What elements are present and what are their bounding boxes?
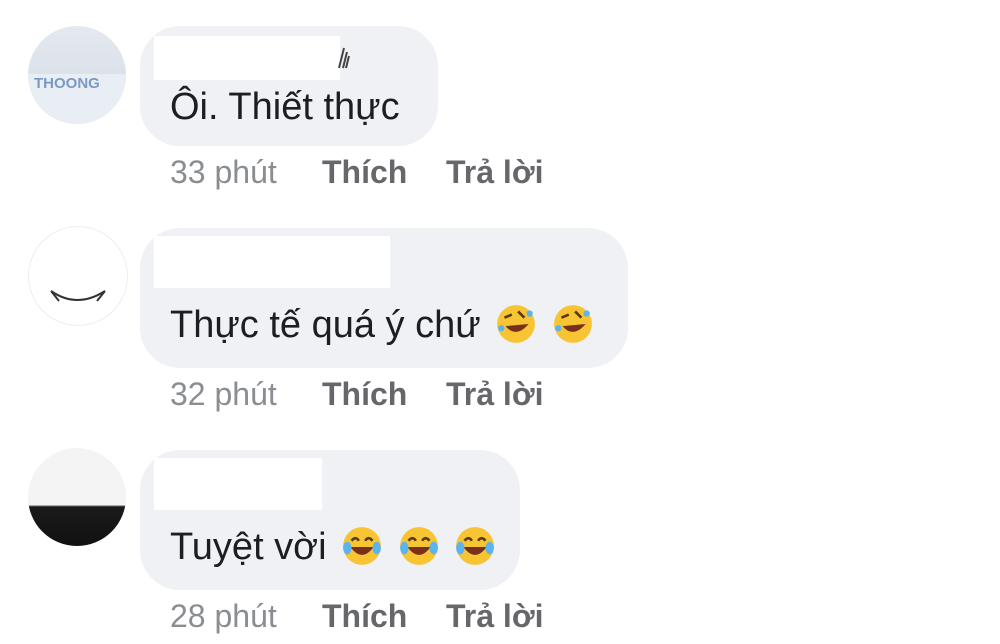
redacted-name [154,36,340,80]
redacted-name [154,236,390,288]
tears-of-joy-icon [343,527,382,565]
comment-text: Ôi. Thiết thực [170,86,400,128]
redacted-name [154,458,322,510]
like-button[interactable]: Thích [322,374,446,414]
tears-of-joy-icon [399,527,438,565]
avatar-image: THOONG [28,74,126,124]
reply-button[interactable]: Trả lời [446,596,543,636]
avatar-text: THOONG [34,75,100,92]
comment-text: Tuyệt vời [170,526,327,568]
tears-of-joy-icon [456,527,495,565]
comment-time[interactable]: 33 phút [170,152,322,192]
avatar[interactable] [28,226,128,326]
like-button[interactable]: Thích [322,596,446,636]
avatar-image [50,290,106,302]
comment-text: Thực tế quá ý chứ [170,304,481,346]
comment-bubble[interactable]: Tuyệt vời [140,450,520,590]
comment-bubble[interactable]: Ôi. Thiết thực [140,26,438,146]
comment-bubble[interactable]: Thực tế quá ý chứ [140,228,628,368]
reply-button[interactable]: Trả lời [446,374,543,414]
rolling-on-floor-laughing-icon [553,305,592,343]
redaction-brush-icon [338,47,350,69]
comment-time[interactable]: 28 phút [170,596,322,636]
comment-text-row: Tuyệt vời [170,524,496,570]
comment-meta: 28 phút Thích Trả lời [170,596,543,636]
comment-text-row: Thực tế quá ý chứ [170,302,594,348]
like-button[interactable]: Thích [322,152,446,192]
avatar[interactable] [28,448,126,546]
reply-button[interactable]: Trả lời [446,152,543,192]
avatar[interactable]: THOONG [28,26,126,124]
comment-meta: 33 phút Thích Trả lời [170,152,543,192]
rolling-on-floor-laughing-icon [497,305,536,343]
comment-meta: 32 phút Thích Trả lời [170,374,543,414]
comment-time[interactable]: 32 phút [170,374,322,414]
